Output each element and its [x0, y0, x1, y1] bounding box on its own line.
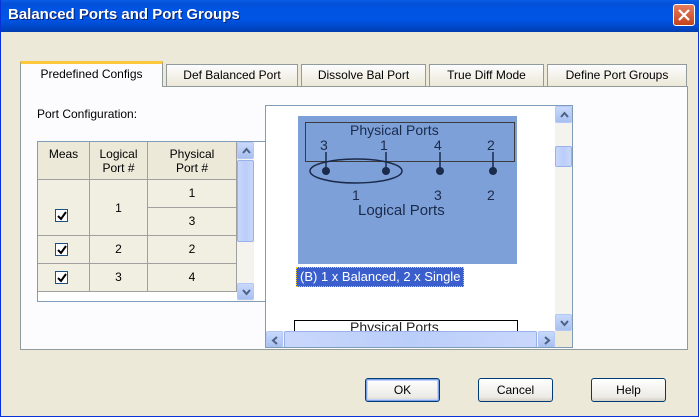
chevron-down-icon [242, 289, 251, 296]
logical-port-cell: 3 [90, 264, 148, 292]
cell-text: 1 [115, 201, 122, 215]
dialog-window: Balanced Ports and Port Groups Predefine… [0, 0, 699, 417]
preview-vertical-scrollbar[interactable] [555, 106, 572, 331]
logical-port-number: 1 [352, 187, 360, 203]
port-configuration-label: Port Configuration: [37, 107, 138, 121]
logical-port-number: 2 [487, 187, 495, 203]
column-header-meas: Meas [38, 142, 90, 180]
logical-port-number: 3 [434, 187, 442, 203]
cell-text: 4 [188, 270, 196, 284]
window-title: Balanced Ports and Port Groups [8, 6, 240, 23]
scroll-right-button[interactable] [538, 331, 555, 347]
scroll-up-button[interactable] [555, 106, 572, 123]
scroll-down-button[interactable] [555, 314, 572, 331]
check-icon [57, 273, 67, 283]
logical-port-cell: 1 [90, 180, 148, 236]
physical-port-cell: 1 [148, 180, 237, 208]
help-button[interactable]: Help [591, 378, 666, 402]
preview-horizontal-scrollbar[interactable] [266, 331, 555, 347]
scroll-up-button[interactable] [237, 142, 254, 159]
meas-checkbox[interactable] [55, 271, 68, 284]
meas-checkbox[interactable] [55, 243, 68, 256]
logical-ports-label: Logical Ports [358, 202, 445, 219]
close-icon [678, 9, 690, 21]
header-text: Port # [175, 161, 208, 175]
column-header-logical-port: Logical Port # [90, 142, 148, 180]
tab-true-diff-mode[interactable]: True Diff Mode [429, 64, 544, 86]
scrollbar-corner [555, 331, 572, 347]
meas-cell[interactable] [38, 180, 90, 236]
tab-label: Define Port Groups [565, 68, 669, 82]
tab-label: Predefined Configs [40, 67, 143, 81]
config-preview-list[interactable]: Physical Ports 3 1 4 2 1 3 2 Logical Por… [265, 105, 573, 348]
meas-checkbox[interactable] [55, 209, 68, 222]
cell-text: 3 [188, 214, 196, 228]
header-text: Port # [102, 161, 135, 175]
cell-text: 2 [188, 242, 196, 256]
selected-config-caption[interactable]: (B) 1 x Balanced, 2 x Single [296, 267, 465, 287]
scroll-thumb[interactable] [237, 160, 254, 242]
grid-vertical-scrollbar[interactable] [237, 142, 254, 301]
config-diagram-selected[interactable]: Physical Ports 3 1 4 2 1 3 2 Logical Por… [298, 116, 517, 264]
title-bar[interactable]: Balanced Ports and Port Groups [1, 0, 699, 32]
header-text: Physical [169, 147, 215, 161]
chevron-up-icon [560, 111, 569, 118]
meas-cell[interactable] [38, 236, 90, 264]
header-text: Logical [99, 147, 138, 161]
chevron-up-icon [242, 147, 251, 154]
scroll-down-button[interactable] [237, 283, 254, 300]
physical-port-cell: 3 [148, 208, 237, 236]
check-icon [57, 211, 67, 221]
physical-port-cell: 4 [148, 264, 237, 292]
tab-predefined-configs[interactable]: Predefined Configs [20, 61, 163, 87]
tab-panel-predefined-configs: Port Configuration: Meas Logical Port # … [20, 86, 688, 350]
ok-button[interactable]: OK [365, 378, 440, 402]
tab-define-port-groups[interactable]: Define Port Groups [547, 64, 687, 86]
cancel-button[interactable]: Cancel [478, 378, 553, 402]
chevron-right-icon [544, 336, 551, 345]
tab-label: Def Balanced Port [183, 68, 281, 82]
close-button[interactable] [673, 4, 695, 26]
scroll-thumb[interactable] [555, 146, 572, 167]
scroll-left-button[interactable] [266, 331, 283, 347]
port-wiring-diagram [309, 152, 497, 184]
logical-port-cell: 2 [90, 236, 148, 264]
check-icon [57, 245, 67, 255]
tab-dissolve-bal-port[interactable]: Dissolve Bal Port [301, 64, 426, 86]
meas-cell[interactable] [38, 264, 90, 292]
tab-def-balanced-port[interactable]: Def Balanced Port [166, 64, 298, 86]
tab-label: True Diff Mode [447, 68, 526, 82]
cell-text: 3 [115, 270, 122, 284]
chevron-left-icon [271, 336, 278, 345]
cell-text: 2 [115, 242, 122, 256]
cell-text: 1 [188, 186, 196, 200]
chevron-down-icon [560, 320, 569, 327]
column-header-physical-port: Physical Port # [148, 142, 237, 180]
tab-label: Dissolve Bal Port [317, 68, 410, 82]
physical-port-cell: 2 [148, 236, 237, 264]
port-config-grid[interactable]: Meas Logical Port # Physical Port # 1 1 … [37, 141, 266, 302]
header-text: Meas [48, 147, 79, 161]
scroll-thumb[interactable] [284, 331, 537, 347]
